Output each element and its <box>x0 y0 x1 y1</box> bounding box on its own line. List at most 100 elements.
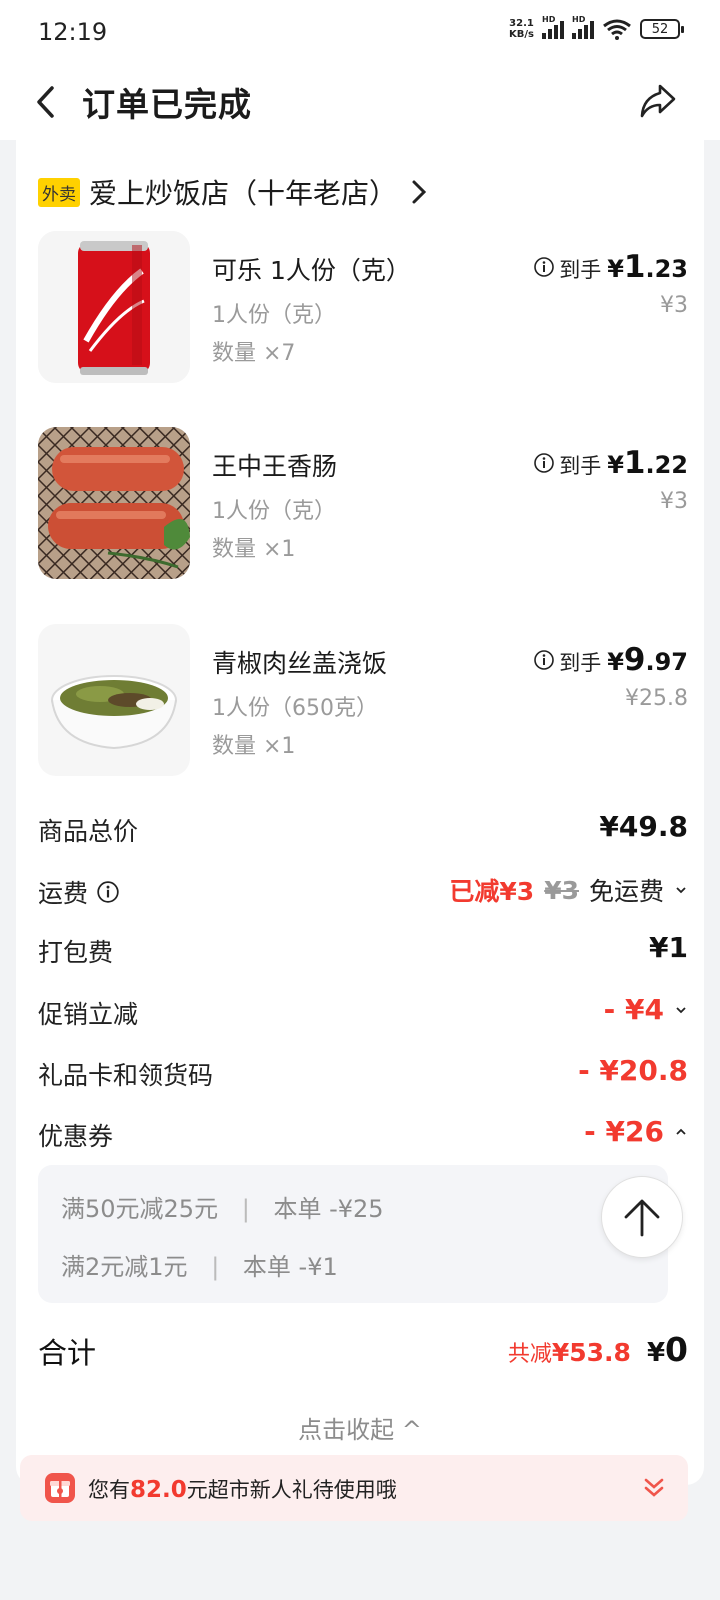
info-icon[interactable] <box>533 649 555 671</box>
promo-amount: - ¥4 <box>603 993 664 1026</box>
banner-amount: 82.0 <box>130 1477 187 1503</box>
delivery-fee-row[interactable]: 运费 已减¥3 ¥3 免运费 <box>38 870 688 910</box>
item-name: 可乐 1人份（克） <box>212 256 411 285</box>
item-spec: 1人份（克） <box>212 499 336 524</box>
total-reduction-amount: ¥53.8 <box>551 1338 631 1367</box>
item-original-price: ¥3 <box>660 489 688 514</box>
delivery-reduced: 已减¥3 <box>449 877 535 906</box>
item-spec: 1人份（克） <box>212 303 336 328</box>
hd-label: HD <box>572 15 586 24</box>
promo-value[interactable]: - ¥4 <box>604 993 688 1026</box>
list-item[interactable]: 青椒肉丝盖浇饭 1人份（650克） 数量 ×1 到手 ¥ 9 .97 ¥25.8 <box>38 624 688 776</box>
coupon-rule: 满50元减25元 <box>61 1195 219 1223</box>
item-original-price: ¥3 <box>660 293 688 318</box>
price-decimal: .97 <box>645 648 688 676</box>
total-label: 合计 <box>38 1336 97 1370</box>
total-reduction-prefix: 共减 <box>507 1342 552 1367</box>
signal-icon: HD <box>542 15 564 39</box>
share-icon[interactable] <box>636 78 680 122</box>
delivery-tag: 外卖 <box>38 177 80 207</box>
coupon-saving: 本单 -¥25 <box>273 1195 384 1223</box>
promo-label: 促销立减 <box>38 1000 139 1029</box>
delivery-original: ¥3 <box>544 875 579 905</box>
coupon-rule: 满2元减1元 <box>61 1253 188 1281</box>
giftcard-value: - ¥20.8 <box>578 1054 688 1087</box>
coupon-saving: 本单 -¥1 <box>242 1253 338 1281</box>
list-item[interactable]: 可乐 1人份（克） 1人份（克） 数量 ×7 到手 ¥ 1 .23 ¥3 <box>38 231 688 383</box>
page-title: 订单已完成 <box>82 85 252 124</box>
status-time: 12:19 <box>38 18 108 46</box>
coupon-line: 满2元减1元 | 本单 -¥1 <box>61 1247 338 1282</box>
goods-total-row: 商品总价 ¥49.8 <box>38 808 688 848</box>
final-price-label: 到手 <box>559 454 602 478</box>
promo-row[interactable]: 促销立减 - ¥4 <box>38 991 688 1031</box>
item-final-price: 到手 ¥ 1 .22 <box>533 445 688 481</box>
goods-total-label: 商品总价 <box>38 817 139 846</box>
banner-suffix: 元超市新人礼待使用哦 <box>186 1478 397 1502</box>
signal-icon: HD <box>572 15 594 39</box>
currency-symbol: ¥ <box>607 451 624 479</box>
price-integer: 1 <box>623 249 646 285</box>
total-row: 合计 共减¥53.8 ¥0 <box>38 1330 688 1374</box>
price-decimal: .23 <box>645 255 688 283</box>
chevron-left-icon[interactable] <box>30 82 64 122</box>
gift-icon <box>45 1473 75 1503</box>
header: 订单已完成 <box>0 64 720 140</box>
product-image-cola[interactable] <box>38 231 190 383</box>
price-decimal: .22 <box>645 451 688 479</box>
item-quantity: 数量 ×1 <box>212 734 296 759</box>
coupon-value[interactable]: - ¥26 <box>584 1115 688 1148</box>
info-icon[interactable] <box>96 880 120 904</box>
network-speed-value: 32.1 <box>509 18 534 29</box>
delivery-fee-text: 运费 <box>38 879 89 908</box>
chevron-down-icon[interactable] <box>674 1005 688 1015</box>
coupon-separator: | <box>211 1253 220 1281</box>
coupon-label: 优惠券 <box>38 1122 114 1151</box>
network-speed: 32.1 KB/s <box>509 18 534 40</box>
packing-fee-value: ¥1 <box>649 931 688 964</box>
product-image-rice-bowl[interactable] <box>38 624 190 776</box>
coupon-line: 满50元减25元 | 本单 -¥25 <box>61 1189 384 1224</box>
currency-symbol: ¥ <box>607 648 624 676</box>
final-price-label: 到手 <box>559 651 602 675</box>
collapse-button[interactable]: 点击收起 ^ <box>16 1410 704 1445</box>
price-integer: 1 <box>623 445 646 481</box>
status-bar: 12:19 32.1 KB/s HD HD 52 <box>0 0 720 64</box>
shop-name[interactable]: 爱上炒饭店（十年老店） <box>89 172 397 212</box>
coupon-row[interactable]: 优惠券 - ¥26 <box>38 1113 688 1153</box>
status-icons: 32.1 KB/s HD HD 52 <box>509 15 684 40</box>
info-icon[interactable] <box>533 256 555 278</box>
chevron-right-icon[interactable] <box>411 179 427 205</box>
giftcard-label: 礼品卡和领货码 <box>38 1061 214 1090</box>
currency-symbol: ¥ <box>607 255 624 283</box>
chevron-up-icon[interactable] <box>674 1127 688 1137</box>
total-value: 共减¥53.8 ¥0 <box>508 1330 688 1369</box>
total-reduction: 共减¥53.8 <box>508 1336 631 1368</box>
product-image-sausage[interactable] <box>38 427 190 579</box>
banner-prefix: 您有 <box>88 1478 130 1502</box>
packing-fee-row: 打包费 ¥1 <box>38 929 688 969</box>
coupon-detail-box: 满50元减25元 | 本单 -¥25 满2元减1元 | 本单 -¥1 <box>38 1165 668 1303</box>
packing-fee-label: 打包费 <box>38 938 114 967</box>
double-chevron-down-icon[interactable] <box>642 1477 666 1499</box>
item-quantity: 数量 ×1 <box>212 537 296 562</box>
currency-symbol: ¥ <box>646 1338 666 1368</box>
chevron-down-icon[interactable] <box>674 885 688 895</box>
order-card: 外卖 爱上炒饭店（十年老店） 可乐 1人份（克） 1人份（克） 数量 ×7 到手… <box>16 140 704 1485</box>
item-quantity: 数量 ×7 <box>212 341 296 366</box>
info-icon[interactable] <box>533 452 555 474</box>
arrow-up-icon <box>624 1199 660 1237</box>
delivery-fee-label: 运费 <box>38 874 120 910</box>
hd-label: HD <box>542 15 556 24</box>
newcomer-gift-banner[interactable]: 您有82.0元超市新人礼待使用哦 <box>20 1455 688 1521</box>
banner-text: 您有82.0元超市新人礼待使用哦 <box>88 1474 397 1504</box>
giftcard-row: 礼品卡和领货码 - ¥20.8 <box>38 1052 688 1092</box>
delivery-fee-value[interactable]: 已减¥3 ¥3 免运费 <box>449 872 688 908</box>
shop-row[interactable]: 外卖 爱上炒饭店（十年老店） <box>38 172 427 212</box>
back-to-top-button[interactable] <box>601 1176 683 1258</box>
item-final-price: 到手 ¥ 9 .97 <box>533 642 688 678</box>
battery-icon: 52 <box>640 19 684 39</box>
coupon-separator: | <box>241 1195 250 1223</box>
item-name: 王中王香肠 <box>212 452 338 481</box>
list-item[interactable]: 王中王香肠 1人份（克） 数量 ×1 到手 ¥ 1 .22 ¥3 <box>38 427 688 579</box>
